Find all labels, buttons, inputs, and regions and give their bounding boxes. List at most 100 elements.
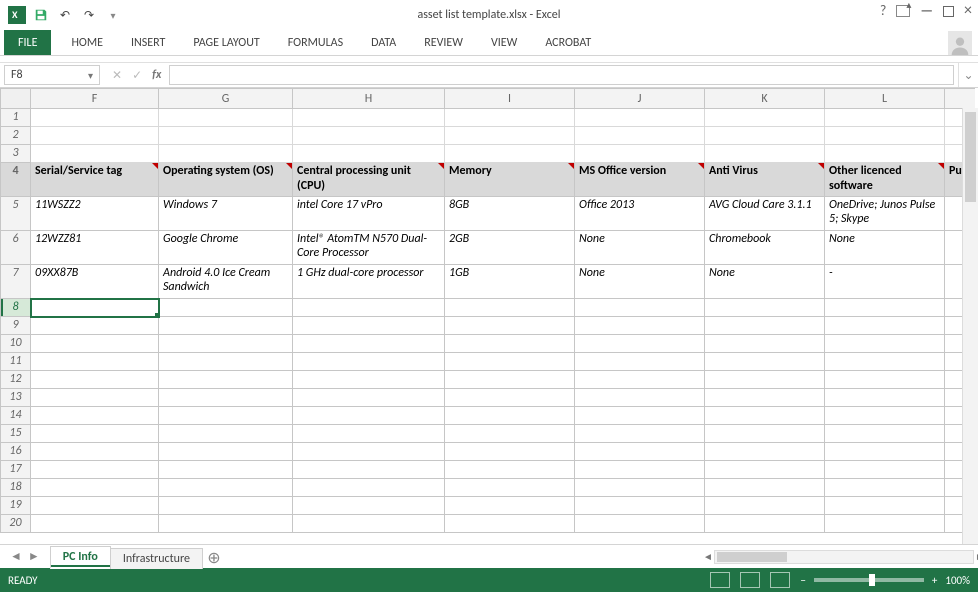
cell-G5[interactable]: Windows 7	[159, 197, 293, 231]
cell-H9[interactable]	[293, 317, 445, 335]
row-header-9[interactable]: 9	[1, 317, 31, 335]
header-cell-H[interactable]: Central processing unit (CPU)	[293, 163, 445, 197]
row-header-13[interactable]: 13	[1, 389, 31, 407]
col-header-F[interactable]: F	[31, 89, 159, 109]
select-all-corner[interactable]	[1, 89, 31, 109]
cell-L13[interactable]	[825, 389, 945, 407]
cell-G9[interactable]	[159, 317, 293, 335]
row-header-2[interactable]: 2	[1, 127, 31, 145]
cell-F3[interactable]	[31, 145, 159, 163]
cell-H18[interactable]	[293, 479, 445, 497]
cell-L7[interactable]: -	[825, 265, 945, 299]
redo-icon[interactable]: ↷	[80, 6, 98, 24]
cell-K16[interactable]	[705, 443, 825, 461]
cell-F17[interactable]	[31, 461, 159, 479]
cell-I19[interactable]	[445, 497, 575, 515]
cell-J16[interactable]	[575, 443, 705, 461]
cell-L6[interactable]: None	[825, 231, 945, 265]
sheet-tab-pc-info[interactable]: PC Info	[50, 546, 111, 569]
cell-F20[interactable]	[31, 515, 159, 533]
cell-F11[interactable]	[31, 353, 159, 371]
cell-G15[interactable]	[159, 425, 293, 443]
cell-K8[interactable]	[705, 299, 825, 317]
formula-input[interactable]	[169, 65, 954, 85]
cell-L18[interactable]	[825, 479, 945, 497]
cell-K6[interactable]: Chromebook	[705, 231, 825, 265]
cell-F6[interactable]: 12WZZ81	[31, 231, 159, 265]
cell-F16[interactable]	[31, 443, 159, 461]
row-header-10[interactable]: 10	[1, 335, 31, 353]
tab-view[interactable]: VIEW	[477, 30, 531, 55]
cell-K7[interactable]: None	[705, 265, 825, 299]
cell-J17[interactable]	[575, 461, 705, 479]
cell-H8[interactable]	[293, 299, 445, 317]
cell-L16[interactable]	[825, 443, 945, 461]
cell-J2[interactable]	[575, 127, 705, 145]
cell-L5[interactable]: OneDrive; Junos Pulse 5; Skype	[825, 197, 945, 231]
cell-I15[interactable]	[445, 425, 575, 443]
cell-G1[interactable]	[159, 109, 293, 127]
col-header-I[interactable]: I	[445, 89, 575, 109]
cell-I6[interactable]: 2GB	[445, 231, 575, 265]
row-header-20[interactable]: 20	[1, 515, 31, 533]
new-sheet-icon[interactable]: ⊕	[202, 548, 226, 568]
horizontal-scrollbar[interactable]: ◄ ►	[714, 550, 974, 564]
cell-I16[interactable]	[445, 443, 575, 461]
cell-K17[interactable]	[705, 461, 825, 479]
account-picture-icon[interactable]	[948, 31, 972, 55]
row-header-17[interactable]: 17	[1, 461, 31, 479]
cell-I18[interactable]	[445, 479, 575, 497]
sheet-tab-infrastructure[interactable]: Infrastructure	[110, 548, 203, 569]
sheet-nav-prev-icon[interactable]: ◄	[10, 549, 22, 564]
header-cell-F[interactable]: Serial/Service tag	[31, 163, 159, 197]
cell-H16[interactable]	[293, 443, 445, 461]
tab-page-layout[interactable]: PAGE LAYOUT	[179, 30, 273, 55]
cell-G16[interactable]	[159, 443, 293, 461]
cell-H3[interactable]	[293, 145, 445, 163]
cell-F1[interactable]	[31, 109, 159, 127]
cell-H7[interactable]: 1 GHz dual-core processor	[293, 265, 445, 299]
col-header-J[interactable]: J	[575, 89, 705, 109]
cell-F8[interactable]	[31, 299, 159, 317]
cell-L12[interactable]	[825, 371, 945, 389]
cell-J19[interactable]	[575, 497, 705, 515]
page-layout-view-icon[interactable]	[740, 572, 760, 588]
cell-H1[interactable]	[293, 109, 445, 127]
cell-L19[interactable]	[825, 497, 945, 515]
row-header-6[interactable]: 6	[1, 231, 31, 265]
cell-K19[interactable]	[705, 497, 825, 515]
cell-H10[interactable]	[293, 335, 445, 353]
cell-G11[interactable]	[159, 353, 293, 371]
cell-J11[interactable]	[575, 353, 705, 371]
tab-formulas[interactable]: FORMULAS	[274, 30, 357, 55]
cell-L11[interactable]	[825, 353, 945, 371]
cancel-formula-icon[interactable]: ✕	[112, 68, 122, 83]
tab-home[interactable]: HOME	[57, 30, 117, 55]
row-header-19[interactable]: 19	[1, 497, 31, 515]
qat-customize-icon[interactable]: ▾	[104, 6, 122, 24]
row-header-11[interactable]: 11	[1, 353, 31, 371]
tab-acrobat[interactable]: ACROBAT	[531, 30, 605, 55]
undo-icon[interactable]: ↶	[56, 6, 74, 24]
save-icon[interactable]	[32, 6, 50, 24]
cell-H11[interactable]	[293, 353, 445, 371]
cell-K1[interactable]	[705, 109, 825, 127]
vertical-scrollbar[interactable]	[962, 108, 978, 544]
cell-I14[interactable]	[445, 407, 575, 425]
cell-I8[interactable]	[445, 299, 575, 317]
file-tab[interactable]: FILE	[4, 30, 51, 55]
cell-H6[interactable]: Intel® AtomTM N570 Dual-Core Processor	[293, 231, 445, 265]
cell-H12[interactable]	[293, 371, 445, 389]
header-cell-J[interactable]: MS Office version	[575, 163, 705, 197]
tab-insert[interactable]: INSERT	[117, 30, 179, 55]
enter-formula-icon[interactable]: ✓	[132, 68, 142, 83]
cell-L9[interactable]	[825, 317, 945, 335]
page-break-view-icon[interactable]	[770, 572, 790, 588]
cell-J3[interactable]	[575, 145, 705, 163]
cell-L2[interactable]	[825, 127, 945, 145]
cell-I9[interactable]	[445, 317, 575, 335]
cell-F19[interactable]	[31, 497, 159, 515]
help-icon[interactable]: ?	[880, 4, 887, 18]
row-header-18[interactable]: 18	[1, 479, 31, 497]
cell-H5[interactable]: intel Core 17 vPro	[293, 197, 445, 231]
